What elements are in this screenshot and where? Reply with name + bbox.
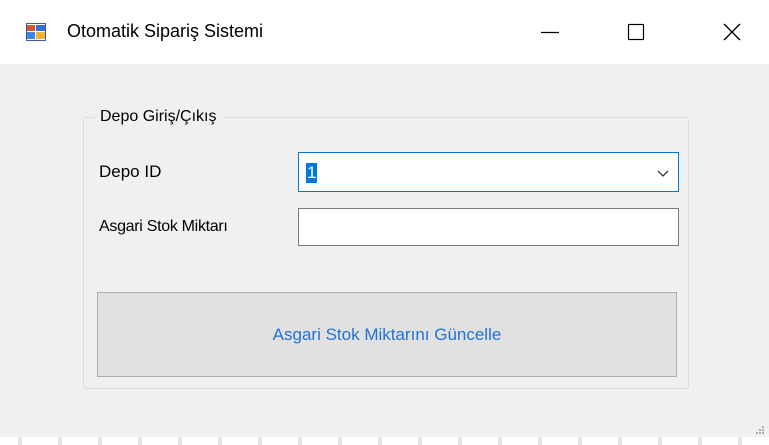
minimize-icon bbox=[541, 31, 559, 34]
app-window: Otomatik Sipariş Sistemi Depo Giriş/Çıkı… bbox=[0, 0, 769, 445]
title-bar[interactable]: Otomatik Sipariş Sistemi bbox=[0, 0, 769, 64]
close-button[interactable] bbox=[704, 0, 760, 64]
asgari-stok-input[interactable] bbox=[298, 208, 679, 246]
maximize-icon bbox=[627, 23, 645, 41]
depo-id-combobox[interactable]: 1 bbox=[298, 152, 679, 192]
depo-id-selected-value: 1 bbox=[306, 163, 318, 183]
minimize-button[interactable] bbox=[522, 0, 578, 64]
form-app-icon bbox=[26, 23, 46, 41]
depo-id-label: Depo ID bbox=[99, 162, 162, 181]
update-min-stock-button[interactable]: Asgari Stok Miktarını Güncelle bbox=[97, 292, 677, 377]
chevron-down-icon[interactable] bbox=[656, 166, 670, 180]
close-icon bbox=[723, 23, 741, 41]
window-title: Otomatik Sipariş Sistemi bbox=[67, 21, 264, 41]
update-min-stock-button-label: Asgari Stok Miktarını Güncelle bbox=[272, 324, 502, 344]
maximize-button[interactable] bbox=[608, 0, 664, 64]
bottom-edge bbox=[0, 437, 769, 445]
groupbox-legend: Depo Giriş/Çıkış bbox=[94, 108, 223, 126]
asgari-stok-label: Asgari Stok Miktarı bbox=[99, 218, 228, 235]
resize-grip-icon[interactable] bbox=[753, 425, 765, 437]
